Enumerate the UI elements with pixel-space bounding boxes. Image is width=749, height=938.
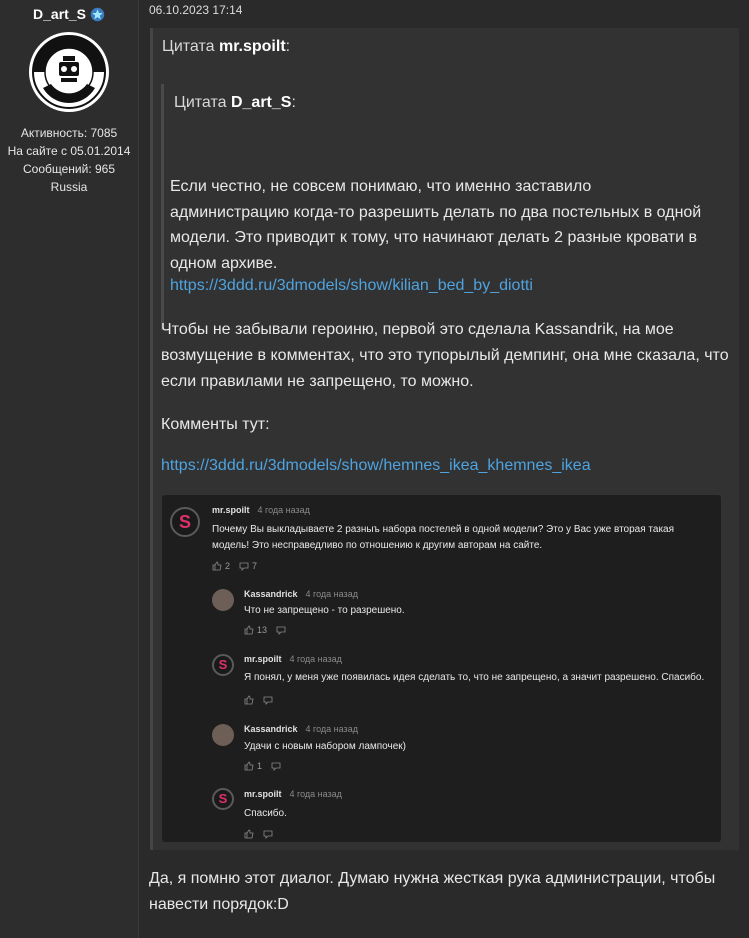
quote-prefix: Цитата <box>162 38 219 55</box>
quote-inner-link[interactable]: https://3ddd.ru/3dmodels/show/kilian_bed… <box>170 277 533 295</box>
user-sidebar: D_art_S Активность: 7085 На сайте с 05.0… <box>0 0 139 938</box>
quote-inner-header: Цитата D_art_S: <box>174 94 296 112</box>
quote-inner-text: Если честно, не совсем понимаю, что имен… <box>170 178 702 272</box>
quote-outer-text: Чтобы не забывали героиню, первой это сд… <box>161 321 729 390</box>
comment-author[interactable]: mr.spoilt <box>244 789 282 799</box>
comments-screenshot: S mr.spoilt 4 года назад Почему Вы выклад… <box>162 495 721 842</box>
username[interactable]: D_art_S <box>33 6 86 22</box>
thumbs-up-icon[interactable] <box>244 695 254 705</box>
avatar-logo-icon <box>31 34 107 110</box>
comment-author[interactable]: Kassandrick <box>244 724 298 734</box>
star-badge-icon <box>90 7 105 21</box>
comment-actions <box>244 695 273 705</box>
like-count: 2 <box>225 561 231 571</box>
reply-text: Да, я помню этот диалог. Думаю нужна жес… <box>149 870 716 913</box>
comment-header: mr.spoilt 4 года назад <box>212 505 310 515</box>
post-date: 06.10.2023 17:14 <box>149 3 243 17</box>
thumbs-up-icon[interactable] <box>244 625 254 635</box>
comment-time: 4 года назад <box>289 789 342 799</box>
thumbs-up-icon[interactable] <box>244 761 254 771</box>
comment-text: Удачи с новым набором лампочек) <box>244 741 406 752</box>
speech-bubble-icon[interactable] <box>271 761 281 771</box>
comment-actions: 1 <box>244 761 281 771</box>
speech-bubble-icon[interactable] <box>263 695 273 705</box>
quote-author[interactable]: mr.spoilt <box>219 38 286 55</box>
comment-author[interactable]: mr.spoilt <box>244 654 282 664</box>
like-count: 1 <box>257 761 263 771</box>
comment-time: 4 года назад <box>305 589 358 599</box>
comments-link[interactable]: https://3ddd.ru/3dmodels/show/hemnes_ike… <box>161 453 736 479</box>
quote-author[interactable]: D_art_S <box>231 94 291 111</box>
thumbs-up-icon[interactable] <box>244 829 254 839</box>
comment-text: Что не запрещено - то разрешено. <box>244 605 405 616</box>
post-body: 06.10.2023 17:14 Цитата mr.spoilt: Цитат… <box>139 0 749 938</box>
quote-suffix: : <box>291 94 296 111</box>
user-stats: Активность: 7085 На сайте с 05.01.2014 С… <box>0 124 138 196</box>
username-row: D_art_S <box>0 6 138 22</box>
quote-inner: Цитата D_art_S: Если честно, не совсем п… <box>161 84 731 330</box>
comment-avatar <box>212 589 234 611</box>
reply-count: 7 <box>252 561 258 571</box>
comment-author[interactable]: mr.spoilt <box>212 505 250 515</box>
comment-header: mr.spoilt 4 года назад <box>244 654 342 664</box>
speech-bubble-icon[interactable] <box>276 625 286 635</box>
quote-prefix: Цитата <box>174 94 231 111</box>
user-activity: Активность: 7085 <box>20 126 118 140</box>
comment-header: mr.spoilt 4 года назад <box>244 789 342 799</box>
comment-time: 4 года назад <box>289 654 342 664</box>
comment-text: Почему Вы выкладываете 2 разныъ набора п… <box>212 524 675 551</box>
thumbs-up-icon[interactable] <box>212 561 222 571</box>
quote-outer: Цитата mr.spoilt: Цитата D_art_S: Если ч… <box>150 28 739 850</box>
comment-time: 4 года назад <box>257 505 310 515</box>
comment-avatar <box>212 724 234 746</box>
quote-outer-header: Цитата mr.spoilt: <box>162 38 290 56</box>
comment-avatar: S <box>212 788 234 810</box>
speech-bubble-icon[interactable] <box>263 829 273 839</box>
speech-bubble-icon[interactable] <box>239 561 249 571</box>
user-since: На сайте с 05.01.2014 <box>7 144 131 158</box>
comment-text: Спасибо. <box>244 808 287 819</box>
comment-actions: 13 <box>244 625 286 635</box>
quote-suffix: : <box>285 38 291 55</box>
like-count: 13 <box>257 625 268 635</box>
comments-label: Комменты тут: <box>161 416 270 433</box>
comment-avatar: S <box>212 654 234 676</box>
user-messages: Сообщений: 965 <box>22 162 116 176</box>
comment-actions <box>244 829 273 839</box>
comment-header: Kassandrick 4 года назад <box>244 724 358 734</box>
comment-avatar: S <box>170 507 200 537</box>
user-country: Russia <box>50 180 88 194</box>
comment-actions: 2 7 <box>212 561 257 571</box>
comment-author[interactable]: Kassandrick <box>244 589 298 599</box>
comment-header: Kassandrick 4 года назад <box>244 589 358 599</box>
comment-time: 4 года назад <box>305 724 358 734</box>
avatar[interactable] <box>29 32 109 112</box>
comment-text: Я понял, у меня уже появилась идея сдела… <box>244 672 705 683</box>
